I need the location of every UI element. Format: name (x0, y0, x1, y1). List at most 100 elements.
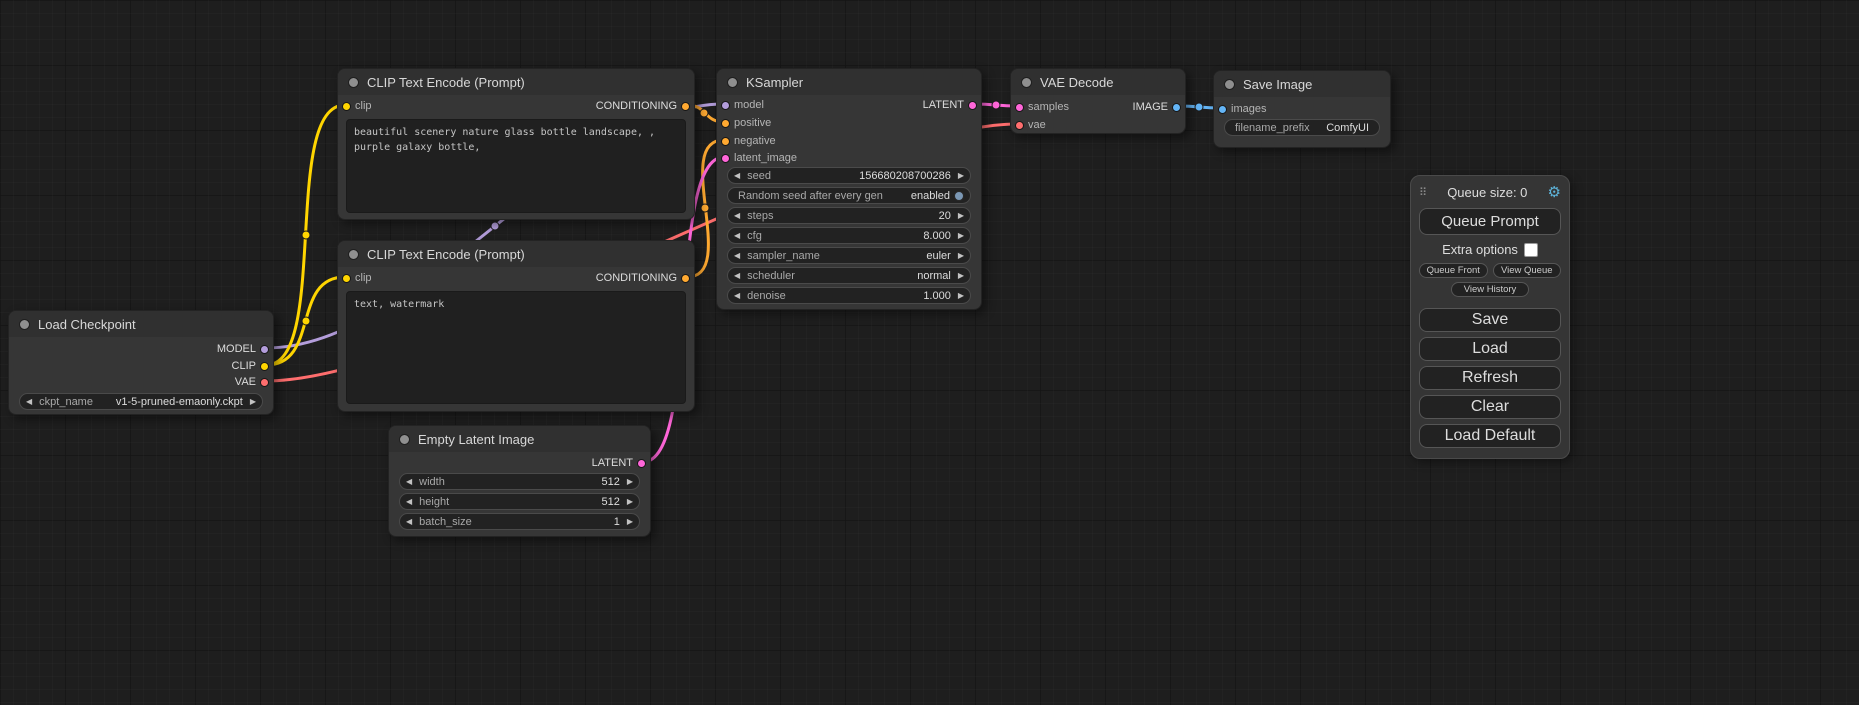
output-slot-conditioning[interactable]: CONDITIONING (596, 98, 694, 114)
output-slot-vae[interactable]: VAE (235, 374, 273, 390)
prompt-textarea[interactable]: beautiful scenery nature glass bottle la… (346, 119, 686, 213)
wire-midpoint-dot[interactable] (992, 101, 1000, 109)
node-title-bar[interactable]: CLIP Text Encode (Prompt) (338, 241, 694, 267)
slot-dot-conditioning[interactable] (681, 102, 690, 111)
collapse-dot-icon[interactable] (727, 77, 738, 88)
wire-midpoint-dot[interactable] (701, 204, 709, 212)
queue-prompt-button[interactable]: Queue Prompt (1419, 208, 1561, 235)
input-slot-vae[interactable]: vae (1011, 117, 1046, 133)
slot-dot-clip[interactable] (260, 362, 269, 371)
sampler-name-widget[interactable]: ◀ sampler_name euler ▶ (727, 247, 971, 264)
slot-dot-conditioning[interactable] (721, 137, 730, 146)
increment-arrow-icon[interactable]: ▶ (958, 212, 964, 220)
node-clip-text-encode-negative[interactable]: CLIP Text Encode (Prompt) clip CONDITION… (337, 240, 695, 412)
output-slot-clip[interactable]: CLIP (232, 358, 273, 374)
input-slot-latent-image[interactable]: latent_image (717, 150, 797, 166)
refresh-button[interactable]: Refresh (1419, 366, 1561, 390)
denoise-widget[interactable]: ◀ denoise 1.000 ▶ (727, 287, 971, 304)
cfg-widget[interactable]: ◀ cfg 8.000 ▶ (727, 227, 971, 244)
input-slot-model[interactable]: model (717, 97, 764, 113)
node-title-bar[interactable]: Load Checkpoint (9, 311, 273, 337)
increment-arrow-icon[interactable]: ▶ (627, 518, 633, 526)
slot-dot-conditioning[interactable] (721, 119, 730, 128)
wire-midpoint-dot[interactable] (302, 231, 310, 239)
collapse-dot-icon[interactable] (1021, 77, 1032, 88)
wire-midpoint-dot[interactable] (491, 222, 499, 230)
queue-front-button[interactable]: Queue Front (1419, 263, 1488, 278)
seed-widget[interactable]: ◀ seed 156680208700286 ▶ (727, 167, 971, 184)
increment-arrow-icon[interactable]: ▶ (627, 498, 633, 506)
scheduler-widget[interactable]: ◀ scheduler normal ▶ (727, 267, 971, 284)
slot-dot-latent[interactable] (1015, 103, 1024, 112)
slot-dot-vae[interactable] (260, 378, 269, 387)
extra-options-checkbox[interactable] (1524, 243, 1538, 257)
input-slot-clip[interactable]: clip (338, 270, 372, 286)
node-clip-text-encode-positive[interactable]: CLIP Text Encode (Prompt) clip CONDITION… (337, 68, 695, 220)
node-vae-decode[interactable]: VAE Decode samples vae IMAGE (1010, 68, 1186, 134)
decrement-arrow-icon[interactable]: ◀ (406, 498, 412, 506)
output-slot-conditioning[interactable]: CONDITIONING (596, 270, 694, 286)
output-slot-latent[interactable]: LATENT (923, 97, 981, 113)
toggle-indicator-icon[interactable] (954, 191, 964, 201)
node-empty-latent-image[interactable]: Empty Latent Image LATENT ◀ width 512 ▶ … (388, 425, 651, 537)
wire-midpoint-dot[interactable] (302, 317, 310, 325)
filename-prefix-widget[interactable]: filename_prefix ComfyUI (1224, 119, 1380, 136)
settings-gear-icon[interactable]: ⚙ (1548, 183, 1561, 201)
slot-dot-latent[interactable] (637, 459, 646, 468)
node-title-bar[interactable]: KSampler (717, 69, 981, 95)
increment-arrow-icon[interactable]: ▶ (958, 272, 964, 280)
increment-arrow-icon[interactable]: ▶ (958, 292, 964, 300)
input-slot-images[interactable]: images (1214, 101, 1266, 117)
clear-button[interactable]: Clear (1419, 395, 1561, 419)
slot-dot-model[interactable] (721, 101, 730, 110)
wire-midpoint-dot[interactable] (1195, 103, 1203, 111)
increment-arrow-icon[interactable]: ▶ (627, 478, 633, 486)
wire-midpoint-dot[interactable] (700, 109, 708, 117)
comfyui-canvas[interactable]: { "icons": { "drag_handle": "⠿", "gear":… (0, 0, 1859, 705)
save-button[interactable]: Save (1419, 308, 1561, 332)
output-slot-model[interactable]: MODEL (217, 341, 273, 357)
decrement-arrow-icon[interactable]: ◀ (406, 478, 412, 486)
decrement-arrow-icon[interactable]: ◀ (734, 252, 740, 260)
collapse-dot-icon[interactable] (19, 319, 30, 330)
decrement-arrow-icon[interactable]: ◀ (734, 292, 740, 300)
increment-arrow-icon[interactable]: ▶ (958, 252, 964, 260)
input-slot-clip[interactable]: clip (338, 98, 372, 114)
slot-dot-vae[interactable] (1015, 121, 1024, 130)
input-slot-positive[interactable]: positive (717, 115, 771, 131)
decrement-arrow-icon[interactable]: ◀ (734, 272, 740, 280)
load-button[interactable]: Load (1419, 337, 1561, 361)
slot-dot-conditioning[interactable] (681, 274, 690, 283)
view-history-button[interactable]: View History (1451, 282, 1530, 297)
increment-arrow-icon[interactable]: ▶ (958, 172, 964, 180)
output-slot-latent[interactable]: LATENT (592, 455, 650, 471)
node-load-checkpoint[interactable]: Load Checkpoint MODEL CLIP VAE ◀ ckpt_na… (8, 310, 274, 415)
height-widget[interactable]: ◀ height 512 ▶ (399, 493, 640, 510)
node-title-bar[interactable]: Empty Latent Image (389, 426, 650, 452)
decrement-arrow-icon[interactable]: ◀ (734, 172, 740, 180)
output-slot-image[interactable]: IMAGE (1133, 99, 1185, 115)
slot-dot-image[interactable] (1172, 103, 1181, 112)
slot-dot-image[interactable] (1218, 105, 1227, 114)
increment-arrow-icon[interactable]: ▶ (250, 398, 256, 406)
slot-dot-clip[interactable] (342, 102, 351, 111)
node-title-bar[interactable]: VAE Decode (1011, 69, 1185, 95)
decrement-arrow-icon[interactable]: ◀ (406, 518, 412, 526)
steps-widget[interactable]: ◀ steps 20 ▶ (727, 207, 971, 224)
drag-handle-icon[interactable]: ⠿ (1419, 186, 1427, 199)
input-slot-samples[interactable]: samples (1011, 99, 1069, 115)
slot-dot-latent[interactable] (968, 101, 977, 110)
load-default-button[interactable]: Load Default (1419, 424, 1561, 448)
slot-dot-model[interactable] (260, 345, 269, 354)
increment-arrow-icon[interactable]: ▶ (958, 232, 964, 240)
node-title-bar[interactable]: Save Image (1214, 71, 1390, 97)
ckpt-name-widget[interactable]: ◀ ckpt_name v1-5-pruned-emaonly.ckpt ▶ (19, 393, 263, 410)
node-ksampler[interactable]: KSampler model positive negative latent_… (716, 68, 982, 310)
node-save-image[interactable]: Save Image images filename_prefix ComfyU… (1213, 70, 1391, 148)
node-title-bar[interactable]: CLIP Text Encode (Prompt) (338, 69, 694, 95)
collapse-dot-icon[interactable] (348, 77, 359, 88)
width-widget[interactable]: ◀ width 512 ▶ (399, 473, 640, 490)
collapse-dot-icon[interactable] (1224, 79, 1235, 90)
decrement-arrow-icon[interactable]: ◀ (26, 398, 32, 406)
view-queue-button[interactable]: View Queue (1493, 263, 1562, 278)
